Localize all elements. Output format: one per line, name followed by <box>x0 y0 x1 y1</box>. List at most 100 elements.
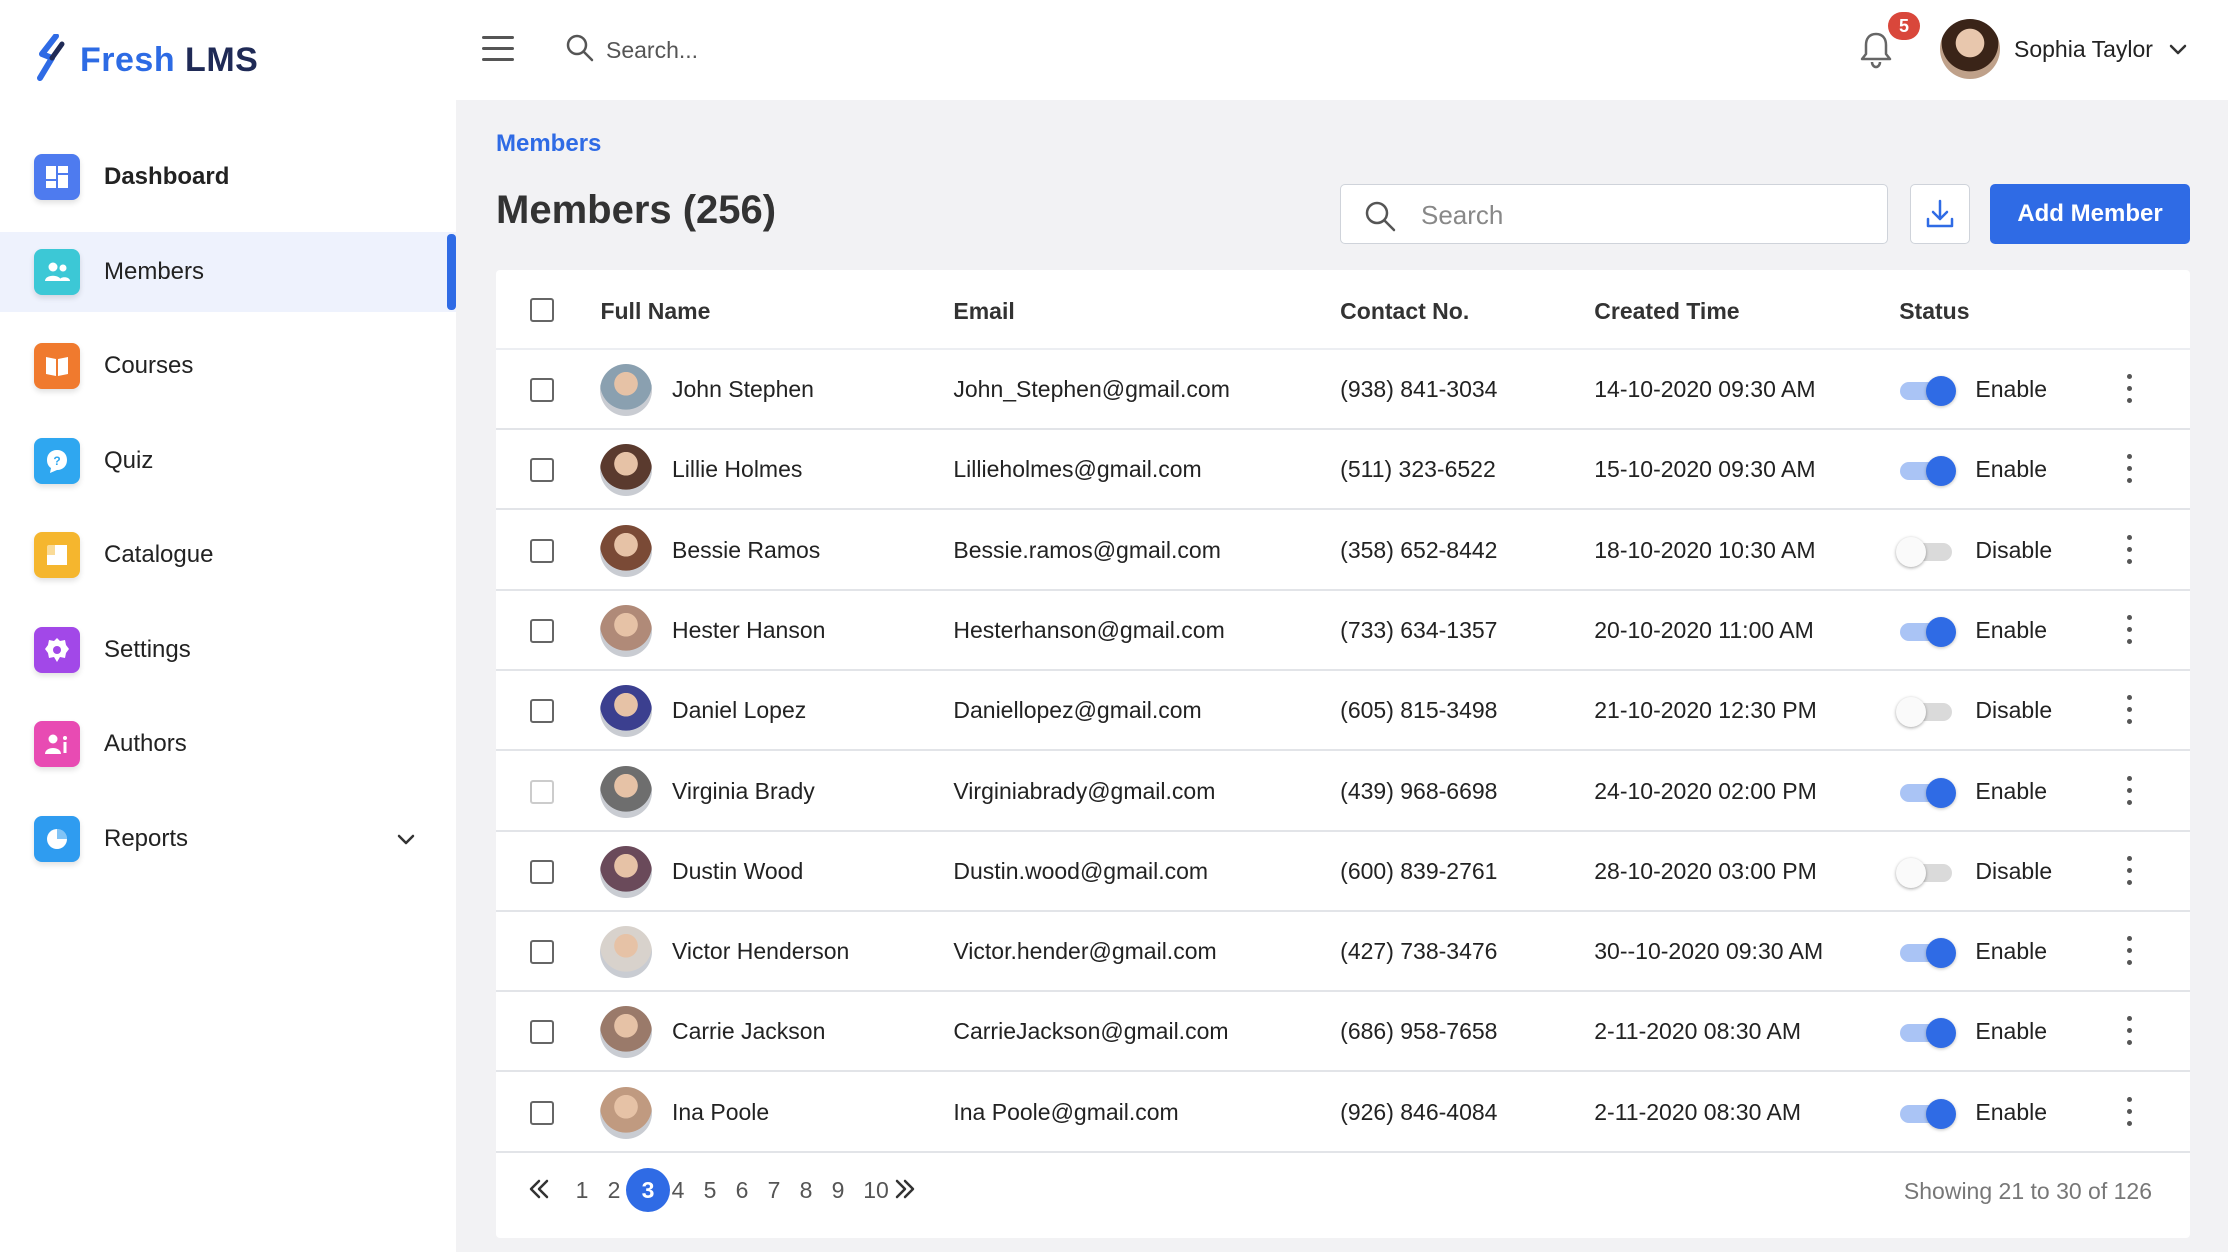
sidebar-item-dashboard[interactable]: Dashboard <box>0 137 456 217</box>
status-label: Enable <box>1975 376 2048 402</box>
status-toggle[interactable] <box>1896 697 1956 728</box>
page-1[interactable]: 1 <box>570 1170 594 1210</box>
table-row[interactable]: Dustin Wood Dustin.wood@gmail.com (600) 83… <box>496 832 2190 912</box>
page-8[interactable]: 8 <box>794 1170 818 1210</box>
table-row[interactable]: Ina Poole Ina Poole@gmail.com (926) 846-40… <box>496 1073 2190 1153</box>
more-options-icon[interactable] <box>2124 374 2136 408</box>
members-icon <box>34 248 80 295</box>
status-toggle[interactable] <box>1896 536 1956 567</box>
more-options-icon[interactable] <box>2124 695 2136 729</box>
bell-icon[interactable] <box>1858 30 1894 70</box>
sidebar-item-label: Members <box>104 257 205 285</box>
column-header-contact[interactable]: Contact No. <box>1340 298 1469 325</box>
page-9[interactable]: 9 <box>826 1170 850 1210</box>
member-contact: (926) 846-4084 <box>1340 1098 1498 1125</box>
table-row[interactable]: Lillie Holmes Lillieholmes@gmail.com (511)… <box>496 430 2190 511</box>
sidebar-item-label: Reports <box>104 824 189 852</box>
logo-icon <box>37 34 65 81</box>
more-options-icon[interactable] <box>2124 775 2136 810</box>
avatar <box>600 604 653 657</box>
more-options-icon[interactable] <box>2124 1016 2136 1050</box>
row-checkbox[interactable] <box>529 618 554 643</box>
chevron-down-icon[interactable] <box>394 827 418 851</box>
page-2[interactable]: 2 <box>602 1170 626 1210</box>
sidebar-item-catalogue[interactable]: Catalogue <box>0 515 456 595</box>
page-6[interactable]: 6 <box>730 1170 754 1210</box>
logo[interactable]: Fresh LMS <box>34 32 258 88</box>
sidebar-item-quiz[interactable]: ? Quiz <box>0 421 456 501</box>
more-options-icon[interactable] <box>2124 1096 2136 1131</box>
member-email: CarrieJackson@gmail.com <box>953 1018 1229 1045</box>
sidebar-item-authors[interactable]: Authors <box>0 704 456 784</box>
member-email: Hesterhanson@gmail.com <box>953 616 1225 643</box>
column-header-email[interactable]: Email <box>953 298 1014 325</box>
member-email: Daniellopez@gmail.com <box>953 697 1202 724</box>
row-checkbox[interactable] <box>529 1100 554 1125</box>
user-menu[interactable]: Sophia Taylor <box>1940 18 2189 80</box>
table-row[interactable]: Virginia Brady Virginiabrady@gmail.com (43… <box>496 752 2190 832</box>
status-toggle[interactable] <box>1896 1098 1957 1129</box>
sidebar-nav: Dashboard Members Courses ? Quiz Catalog… <box>0 137 456 893</box>
table-row[interactable]: Victor Henderson Victor.hender@gmail.com (… <box>496 912 2190 993</box>
sidebar-item-reports[interactable]: Reports <box>0 799 456 879</box>
table-row[interactable]: Hester Hanson Hesterhanson@gmail.com (733)… <box>496 591 2190 671</box>
add-member-button[interactable]: Add Member <box>1990 184 2190 244</box>
sidebar-item-label: Authors <box>104 730 187 757</box>
sidebar-item-label: Catalogue <box>104 541 214 568</box>
page-3[interactable]: 3 <box>626 1168 670 1212</box>
main-content: Members Members (256) Add Member Full Na… <box>456 100 2228 1252</box>
first-page-icon[interactable] <box>526 1176 552 1202</box>
column-header-status[interactable]: Status <box>1899 298 1969 325</box>
row-checkbox[interactable] <box>529 940 554 965</box>
status-toggle[interactable] <box>1896 376 1957 406</box>
table-row[interactable]: Bessie Ramos Bessie.ramos@gmail.com (358) … <box>496 511 2190 591</box>
table-row[interactable]: Carrie Jackson CarrieJackson@gmail.com (68… <box>496 992 2190 1073</box>
sidebar-item-members[interactable]: Members <box>0 231 456 312</box>
menu-icon[interactable] <box>482 36 514 62</box>
member-created-time: 24-10-2020 02:00 PM <box>1594 777 1817 804</box>
column-header-created[interactable]: Created Time <box>1594 298 1739 325</box>
row-checkbox[interactable] <box>529 458 554 483</box>
table-row[interactable]: John Stephen John_Stephen@gmail.com (938) … <box>496 350 2190 430</box>
reports-icon <box>34 815 80 862</box>
status-toggle[interactable] <box>1896 857 1956 888</box>
status-toggle[interactable] <box>1896 938 1957 969</box>
topbar: 5 Sophia Taylor <box>456 0 2228 100</box>
status-toggle[interactable] <box>1896 777 1957 808</box>
row-checkbox[interactable] <box>529 538 554 563</box>
member-email: Virginiabrady@gmail.com <box>953 777 1216 804</box>
table-row[interactable]: Daniel Lopez Daniellopez@gmail.com (605) 8… <box>496 671 2190 752</box>
last-page-icon[interactable] <box>892 1176 918 1202</box>
row-checkbox[interactable] <box>529 779 554 804</box>
status-toggle[interactable] <box>1896 456 1957 487</box>
page-10[interactable]: 10 <box>858 1170 894 1210</box>
avatar <box>600 364 653 416</box>
row-checkbox[interactable] <box>529 699 554 724</box>
column-header-name[interactable]: Full Name <box>600 298 710 325</box>
breadcrumb[interactable]: Members <box>496 130 601 158</box>
more-options-icon[interactable] <box>2124 936 2136 970</box>
global-search-input[interactable] <box>606 30 1106 70</box>
page-5[interactable]: 5 <box>698 1170 722 1210</box>
status-toggle[interactable] <box>1896 616 1957 647</box>
more-options-icon[interactable] <box>2124 614 2136 649</box>
members-search-input[interactable] <box>1421 195 1861 235</box>
status-label: Enable <box>1975 1098 2048 1125</box>
more-options-icon[interactable] <box>2124 454 2136 488</box>
avatar <box>600 524 653 577</box>
sidebar-item-courses[interactable]: Courses <box>0 326 456 406</box>
more-options-icon[interactable] <box>2124 855 2136 890</box>
row-checkbox[interactable] <box>529 378 554 402</box>
avatar <box>600 926 653 979</box>
download-button[interactable] <box>1910 184 1970 244</box>
row-checkbox[interactable] <box>529 859 554 884</box>
status-toggle[interactable] <box>1896 1018 1957 1049</box>
member-email: Dustin.wood@gmail.com <box>953 857 1209 884</box>
row-checkbox[interactable] <box>529 1020 554 1045</box>
member-name: Lillie Holmes <box>672 456 803 483</box>
page-4[interactable]: 4 <box>666 1170 690 1210</box>
select-all-checkbox[interactable] <box>529 298 554 322</box>
sidebar-item-settings[interactable]: Settings <box>0 610 456 690</box>
more-options-icon[interactable] <box>2124 534 2136 569</box>
page-7[interactable]: 7 <box>762 1170 786 1210</box>
